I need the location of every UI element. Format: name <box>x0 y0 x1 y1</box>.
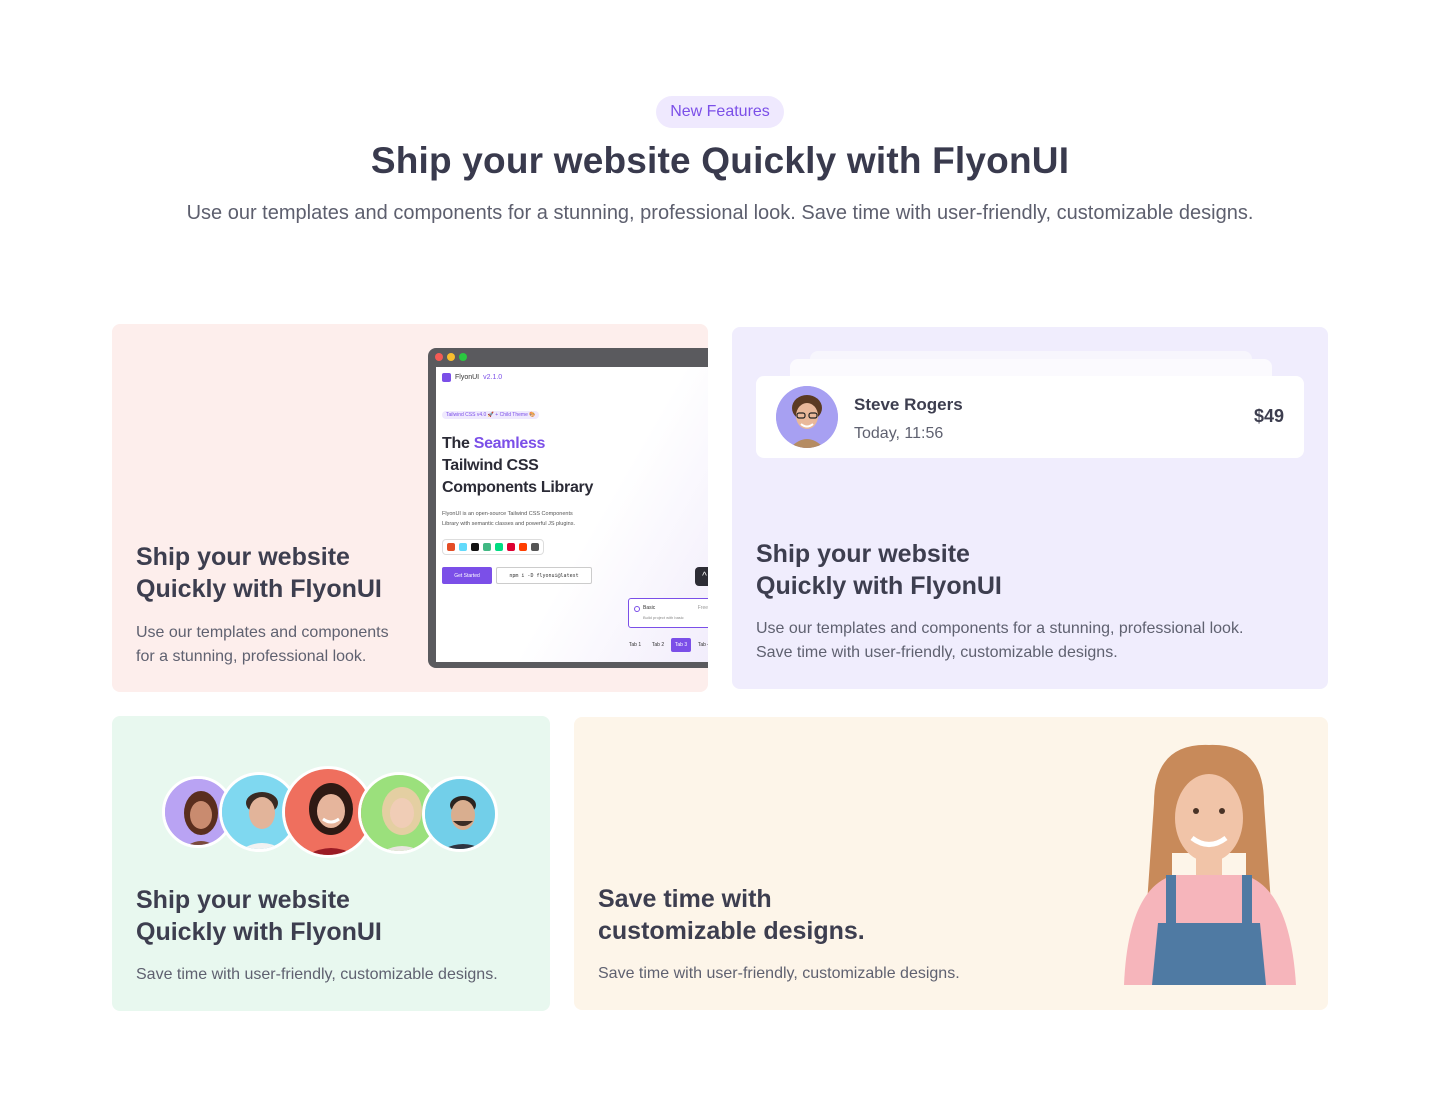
tab-2[interactable]: Tab 2 <box>648 638 668 652</box>
transaction-card[interactable]: Steve Rogers Today, 11:56 $49 <box>756 376 1304 458</box>
nextjs-icon <box>471 543 479 551</box>
smiling-woman-image <box>1114 743 1304 985</box>
feature-card-templates: Ship your website Quickly with FlyonUI U… <box>112 324 708 692</box>
preview-heading: The Seamless Tailwind CSS Components Lib… <box>442 435 594 496</box>
flyonui-app-icon: ^ <box>695 567 708 586</box>
customer-name: Steve Rogers <box>854 395 963 414</box>
card-description: Use our templates and components for a s… <box>756 620 1244 661</box>
card-description: Save time with user-friendly, customizab… <box>598 965 960 982</box>
framework-icons <box>442 539 544 555</box>
logo-text: FlyonUI <box>455 374 480 381</box>
card-title: Save time with customizable designs. <box>598 885 865 945</box>
install-command[interactable]: npm i -D flyonui@latest <box>496 567 592 584</box>
radio-label: Basic <box>643 605 656 611</box>
vue-icon <box>483 543 491 551</box>
astro-icon <box>531 543 539 551</box>
new-features-badge: New Features <box>656 96 784 128</box>
tab-3[interactable]: Tab 3 <box>671 638 691 652</box>
page-subtitle: Use our templates and components for a s… <box>186 202 1254 224</box>
nuxt-icon <box>495 543 503 551</box>
card-description: Use our templates and components for a s… <box>136 624 389 665</box>
feature-card-team: Ship your website Quickly with FlyonUI S… <box>112 716 550 1011</box>
feature-card-customize: Save time with customizable designs. Sav… <box>574 717 1328 1010</box>
preview-description: FlyonUI is an open-source Tailwind CSS C… <box>442 511 575 527</box>
version-label: v2.1.0 <box>483 374 503 381</box>
tab-1[interactable]: Tab 1 <box>625 638 645 652</box>
react-icon <box>459 543 467 551</box>
close-dot-icon <box>435 353 443 361</box>
card-description: Save time with user-friendly, customizab… <box>136 966 498 983</box>
transaction-time: Today, 11:56 <box>854 425 944 442</box>
browser-screen: FlyonUI v2.1.0 Tailwind CSS v4.0 🚀 + Chi… <box>436 367 708 662</box>
card-title: Ship your website Quickly with FlyonUI <box>136 543 382 603</box>
radio-description: Build project with basic <box>643 615 684 620</box>
transaction-amount: $49 <box>1253 406 1284 426</box>
card-title: Ship your website Quickly with FlyonUI <box>136 886 382 946</box>
preview-tabs: Tab 1 Tab 2 Tab 3 Tab 4 <box>625 638 708 652</box>
html5-icon <box>447 543 455 551</box>
angular-icon <box>507 543 515 551</box>
minimize-dot-icon <box>447 353 455 361</box>
get-started-button[interactable]: Get Started <box>442 567 492 584</box>
maximize-dot-icon <box>459 353 467 361</box>
page-title: Ship your website Quickly with FlyonUI <box>370 140 1070 181</box>
avatar <box>422 776 498 852</box>
flyonui-logo: FlyonUI v2.1.0 <box>442 373 502 382</box>
window-controls <box>435 353 467 361</box>
radio-icon <box>634 606 640 612</box>
feature-card-payment: Steve Rogers Today, 11:56 $49 Ship your … <box>732 327 1328 689</box>
flyonui-logo-icon <box>442 373 451 382</box>
announcement-pill: Tailwind CSS v4.0 🚀 + Child Theme 🎨 <box>442 411 540 419</box>
tab-4[interactable]: Tab 4 <box>694 638 708 652</box>
browser-preview: FlyonUI v2.1.0 Tailwind CSS v4.0 🚀 + Chi… <box>428 348 708 668</box>
avatar <box>776 386 838 448</box>
pricing-radio-card[interactable]: Basic Free Build project with basic <box>628 598 708 628</box>
svelte-icon <box>519 543 527 551</box>
card-title: Ship your website Quickly with FlyonUI <box>756 540 1002 600</box>
radio-price: Free <box>697 605 708 611</box>
